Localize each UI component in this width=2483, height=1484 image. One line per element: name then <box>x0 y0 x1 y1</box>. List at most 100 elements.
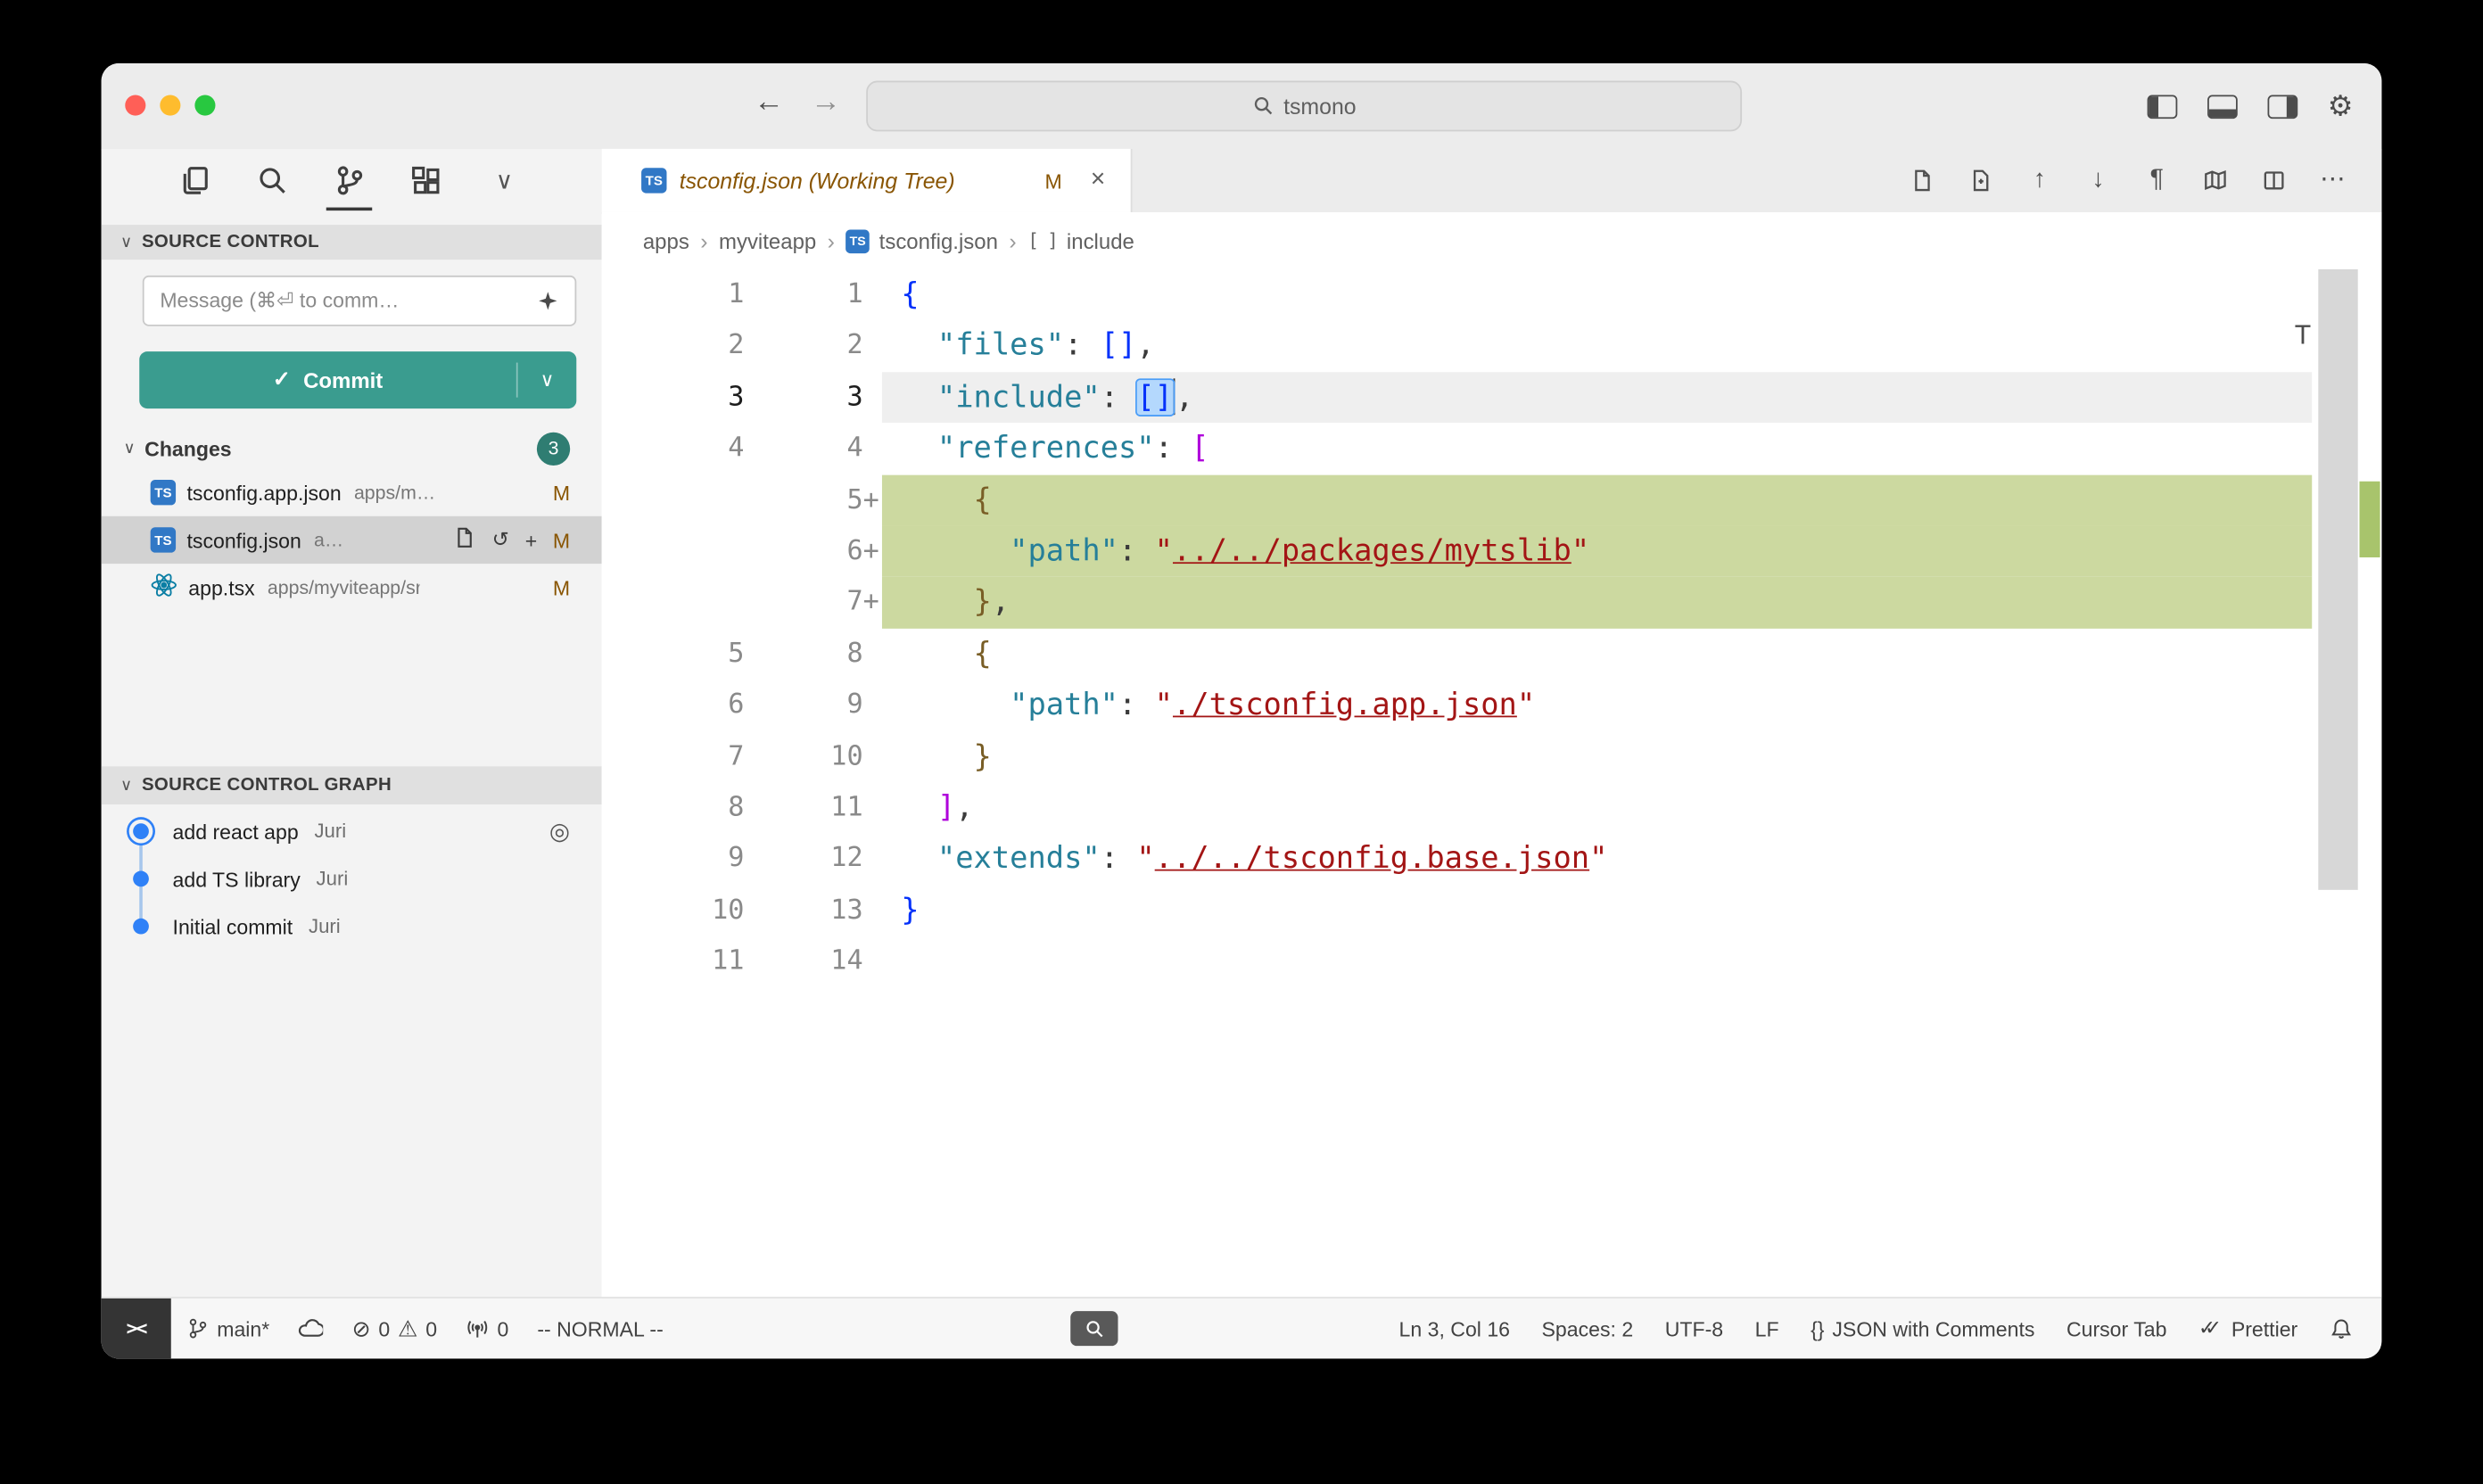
code-line: 1013} <box>602 885 2313 936</box>
code-line: 912 "extends": "../../tsconfig.base.json… <box>602 833 2313 885</box>
diff-editor[interactable]: 11{22 "files": [],33 "include": [],44 "r… <box>602 269 2382 1298</box>
search-view-icon[interactable] <box>255 164 288 197</box>
branch-indicator[interactable]: main* <box>187 1316 270 1340</box>
breadcrumb-item[interactable]: [ ]include <box>1027 229 1134 253</box>
diff-added-sign <box>863 628 882 680</box>
source-control-graph-header[interactable]: ∨ SOURCE CONTROL GRAPH <box>102 766 602 804</box>
problems-indicator[interactable]: ⊘ 0 ⚠ 0 <box>352 1315 437 1342</box>
more-actions-icon[interactable]: ⋯ <box>2318 166 2347 194</box>
notifications-bell-icon[interactable] <box>2330 1316 2354 1340</box>
sidebar: ∨ ∨ SOURCE CONTROL Message (⌘⏎ to comm… … <box>102 149 604 1298</box>
next-change-icon[interactable]: ↓ <box>2084 166 2113 194</box>
cursor-tab-indicator[interactable]: Cursor Tab <box>2066 1316 2166 1340</box>
token: ../../packages/mytslib <box>1173 533 1571 568</box>
changes-label: Changes <box>144 436 231 460</box>
commit-button[interactable]: ✓ Commit ∨ <box>139 351 576 408</box>
commit-message-input[interactable]: Message (⌘⏎ to comm… <box>143 276 576 326</box>
typescript-icon: TS <box>846 229 870 253</box>
magnifier-icon <box>1084 1318 1104 1339</box>
diff-added-sign <box>863 320 882 372</box>
toggle-secondary-sidebar-icon[interactable] <box>2267 95 2297 119</box>
open-file-icon[interactable] <box>452 525 476 554</box>
close-tab-icon[interactable]: × <box>1091 166 1106 194</box>
code-text[interactable]: { <box>882 628 2312 680</box>
breadcrumb-item[interactable]: apps <box>643 229 689 253</box>
line-col-indicator[interactable]: Ln 3, Col 16 <box>1399 1316 1510 1340</box>
diff-added-sign <box>863 782 882 834</box>
line-number-new: 7 <box>744 577 862 629</box>
commit-row[interactable]: add react appJuri◎ <box>102 808 602 855</box>
code-text[interactable]: "files": [], <box>882 320 2312 372</box>
go-to-file-icon[interactable] <box>1908 166 1936 194</box>
source-control-header[interactable]: ∨ SOURCE CONTROL <box>102 225 602 260</box>
breadcrumb-item[interactable]: TStsconfig.json <box>846 229 998 253</box>
explorer-icon[interactable] <box>177 164 210 197</box>
scrollbar-thumb[interactable] <box>2318 269 2357 890</box>
target-icon[interactable]: ◎ <box>549 817 570 845</box>
code-text[interactable]: { <box>882 269 2312 321</box>
changes-row[interactable]: ∨ Changes 3 <box>102 427 602 468</box>
toggle-primary-sidebar-icon[interactable] <box>2147 95 2177 119</box>
remote-indicator[interactable]: >< <box>102 1298 171 1358</box>
token: { <box>974 482 992 517</box>
commit-dropdown-icon[interactable]: ∨ <box>518 369 577 392</box>
extensions-icon[interactable] <box>410 164 443 197</box>
more-views-icon[interactable]: ∨ <box>488 164 521 197</box>
indent-indicator[interactable]: Spaces: 2 <box>1542 1316 1634 1340</box>
collapse-icon: ∨ <box>123 440 135 458</box>
code-text[interactable]: "path": "../../packages/mytslib" <box>882 525 2312 577</box>
previous-change-icon[interactable]: ↑ <box>2025 166 2054 194</box>
minimize-window-button[interactable] <box>160 95 180 116</box>
map-icon[interactable] <box>2201 166 2230 194</box>
commit-row[interactable]: add TS libraryJuri <box>102 855 602 903</box>
open-changes-icon[interactable] <box>1967 166 1995 194</box>
token: : <box>1064 328 1101 363</box>
command-center[interactable]: tsmono <box>866 81 1742 132</box>
stage-changes-icon[interactable]: + <box>525 528 537 552</box>
file-row[interactable]: app.tsxapps/myviteapp/sr…M <box>102 564 602 611</box>
formatter-indicator[interactable]: ✓✓ Prettier <box>2198 1315 2297 1340</box>
code-text[interactable]: } <box>882 885 2312 936</box>
code-text[interactable]: "path": "./tsconfig.app.json" <box>882 680 2312 731</box>
zoom-indicator[interactable] <box>1070 1311 1118 1346</box>
back-icon[interactable]: ← <box>754 86 784 120</box>
line-number-old <box>602 577 745 629</box>
breadcrumb-item[interactable]: myviteapp <box>719 229 816 253</box>
token: : <box>1118 533 1155 568</box>
file-name: app.tsx <box>188 575 254 599</box>
line-number-new: 12 <box>744 833 862 885</box>
code-text[interactable]: "include": [], <box>882 372 2312 424</box>
copilot-sparkle-icon[interactable] <box>537 290 559 312</box>
split-editor-icon[interactable] <box>2260 166 2289 194</box>
eol-indicator[interactable]: LF <box>1755 1316 1779 1340</box>
forward-icon[interactable]: → <box>811 86 841 120</box>
token <box>901 636 973 671</box>
language-indicator[interactable]: {} JSON with Comments <box>1811 1316 2034 1340</box>
zoom-window-button[interactable] <box>194 95 215 116</box>
publish-cloud-icon[interactable] <box>298 1317 323 1340</box>
file-row[interactable]: TStsconfig.app.jsonapps/m…M <box>102 469 602 516</box>
token: "path" <box>1010 688 1118 722</box>
tab-tsconfig-working-tree[interactable]: TS tsconfig.json (Working Tree) M × <box>602 149 1133 212</box>
code-text[interactable]: { <box>882 474 2312 526</box>
line-number-new: 8 <box>744 628 862 680</box>
line-number-new: 5 <box>744 474 862 526</box>
code-text[interactable]: }, <box>882 577 2312 629</box>
code-text[interactable]: ], <box>882 782 2312 834</box>
discard-changes-icon[interactable]: ↺ <box>492 527 509 552</box>
toggle-panel-icon[interactable] <box>2207 95 2238 119</box>
code-text[interactable]: "extends": "../../tsconfig.base.json" <box>882 833 2312 885</box>
breadcrumb-label: myviteapp <box>719 229 816 253</box>
encoding-indicator[interactable]: UTF-8 <box>1665 1316 1723 1340</box>
code-text[interactable]: } <box>882 730 2312 782</box>
commit-row[interactable]: Initial commitJuri <box>102 903 602 950</box>
file-row[interactable]: TStsconfig.jsona…↺+M <box>102 516 602 564</box>
source-control-icon[interactable] <box>333 164 366 197</box>
code-text[interactable] <box>882 936 2312 987</box>
section-title: SOURCE CONTROL GRAPH <box>142 776 392 795</box>
whitespace-icon[interactable]: ¶ <box>2142 166 2171 194</box>
settings-gear-icon[interactable]: ⚙ <box>2328 92 2354 120</box>
close-window-button[interactable] <box>125 95 145 116</box>
ports-indicator[interactable]: 0 <box>466 1316 508 1340</box>
code-text[interactable]: "references": [ <box>882 423 2312 474</box>
